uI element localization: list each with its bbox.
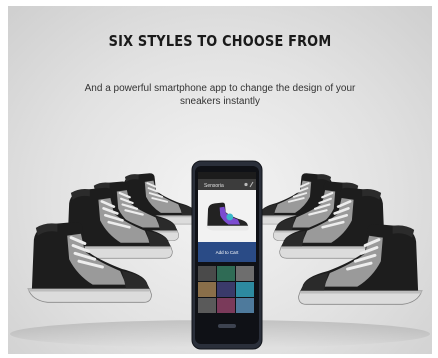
status-bar: [198, 172, 256, 179]
design-thumb[interactable]: [217, 298, 235, 313]
design-thumb[interactable]: [198, 266, 216, 281]
product-scene: Sensoria Add to Cart: [10, 160, 430, 350]
design-thumb[interactable]: [217, 282, 235, 297]
design-thumb[interactable]: [236, 282, 254, 297]
design-thumb[interactable]: [198, 298, 216, 313]
design-thumb[interactable]: [236, 298, 254, 313]
buy-button-label: Add to Cart: [216, 250, 240, 255]
smartphone: Sensoria Add to Cart: [191, 160, 263, 350]
home-button[interactable]: [218, 324, 236, 328]
design-thumb[interactable]: [236, 266, 254, 281]
design-thumb[interactable]: [198, 282, 216, 297]
share-icon[interactable]: [244, 182, 248, 187]
design-thumb[interactable]: [217, 266, 235, 281]
promo-banner: SIX STYLES TO CHOOSE FROM And a powerful…: [8, 6, 432, 354]
design-grid: [198, 264, 254, 313]
app-title: Sensoria: [204, 183, 224, 189]
